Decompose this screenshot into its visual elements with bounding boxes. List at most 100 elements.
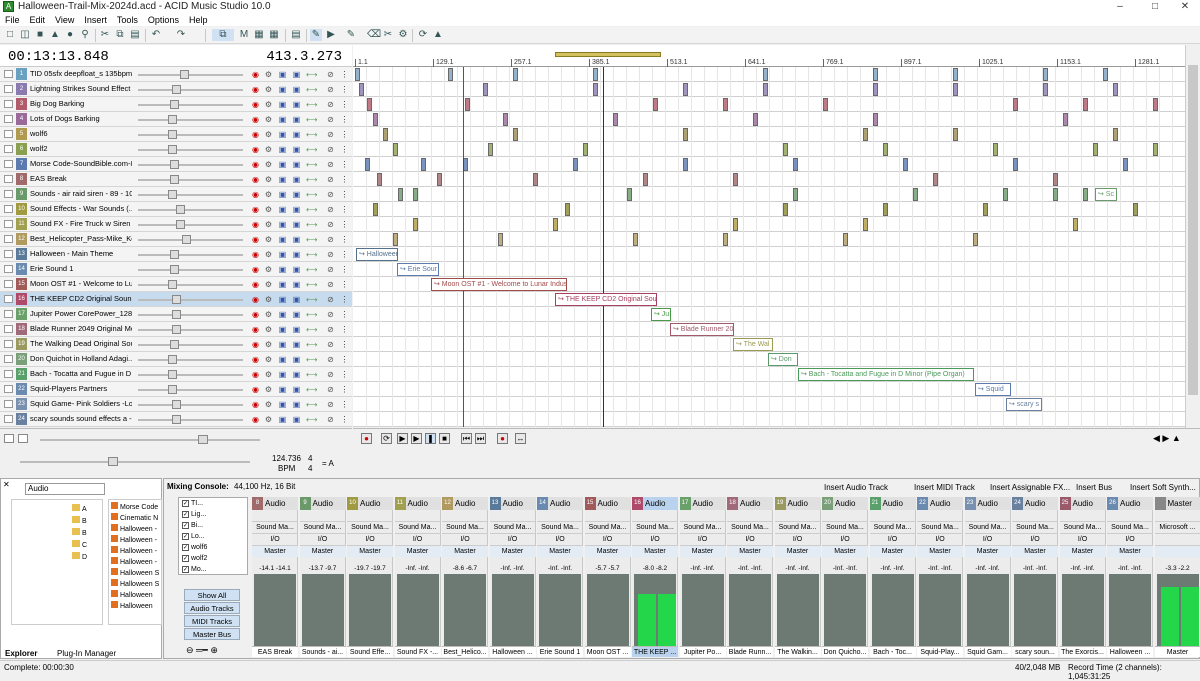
audio-clip[interactable] [1003,188,1008,201]
solo-icon[interactable]: ▣ [292,130,301,139]
strip-device[interactable]: Sound Ma... [395,521,441,533]
expand-icon[interactable] [4,130,13,138]
file-item[interactable]: Halloween - [111,524,157,533]
expand-icon[interactable] [4,70,13,78]
track-name[interactable]: Squid-Players Partners [30,384,132,393]
record-arm-icon[interactable]: ◉ [251,85,260,94]
audio-clip[interactable] [573,158,578,171]
track-checkbox[interactable]: ✓Lig... [182,511,206,518]
track-header[interactable]: 9Sounds - air raid siren - 89 - 10...◉⚙▣… [0,187,352,202]
volume-knob[interactable] [168,280,177,289]
track-header[interactable]: 15Moon OST #1 - Welcome to Lu...◉⚙▣▣⟷⊘⋮ [0,277,352,292]
track-menu-icon[interactable]: ⋮ [340,310,349,319]
envelope-icon[interactable]: ⟷ [306,190,315,199]
invert-icon[interactable]: ⊘ [326,385,335,394]
track-header[interactable]: 23Squid Game- Pink Soldiers -Long◉⚙▣▣⟷⊘⋮ [0,397,352,412]
strip-device[interactable]: Sound Ma... [585,521,631,533]
audio-clip[interactable] [1043,68,1048,81]
event-clip[interactable]: ↪ scary s [1006,398,1042,411]
track-name[interactable]: wolf2 [30,144,132,153]
track-header[interactable]: 2Lightning Strikes Sound Effect◉⚙▣▣⟷⊘⋮ [0,82,352,97]
event-clip[interactable]: ↪ Erie Sour [397,263,439,276]
track-checkbox[interactable]: ✓Lo... [182,533,205,540]
channel-strip[interactable]: 21AudioSound Ma...I/OMaster-Inf. -Inf.Ba… [870,497,916,657]
invert-icon[interactable]: ⊘ [326,85,335,94]
mute-icon[interactable]: ▣ [278,100,287,109]
fx-icon[interactable]: ⚙ [264,145,273,154]
strip-device[interactable]: Sound Ma... [680,521,726,533]
loop-playback-button[interactable]: ⟳ [381,433,392,444]
audio-clip[interactable] [393,233,398,246]
track-header[interactable]: 6wolf2◉⚙▣▣⟷⊘⋮ [0,142,352,157]
track-header[interactable]: 8EAS Break◉⚙▣▣⟷⊘⋮ [0,172,352,187]
track-header[interactable]: 1TID 05sfx deepfloat_s 135bpm◉⚙▣▣⟷⊘⋮ [0,67,352,82]
envelope-icon[interactable]: ⟷ [306,310,315,319]
audio-clip[interactable] [593,68,598,81]
channel-strip[interactable]: MasterMicrosoft ...-3.3 -2.2Master [1155,497,1200,657]
insert-soft-synth-button[interactable]: Insert Soft Synth... [1130,483,1196,492]
volume-slider[interactable] [138,134,243,136]
expand-icon[interactable] [4,325,13,333]
invert-icon[interactable]: ⊘ [326,325,335,334]
folder-item[interactable]: B [72,516,100,526]
track-menu-icon[interactable]: ⋮ [340,235,349,244]
strip-device[interactable]: Sound Ma... [1060,521,1106,533]
solo-icon[interactable]: ▣ [292,400,301,409]
track-name[interactable]: Sounds - air raid siren - 89 - 10... [30,189,132,198]
audio-clip[interactable] [565,203,570,216]
invert-icon[interactable]: ⊘ [326,190,335,199]
strip-device[interactable]: Sound Ma... [347,521,393,533]
strip-io[interactable]: I/O [1012,533,1058,545]
solo-icon[interactable]: ▣ [292,355,301,364]
volume-slider[interactable] [138,179,243,181]
strip-io[interactable]: I/O [775,533,821,545]
solo-icon[interactable]: ▣ [292,115,301,124]
audio-clip[interactable] [393,143,398,156]
close-button[interactable]: ✕ [1170,0,1200,14]
channel-strip[interactable]: 8AudioSound Ma...I/OMaster-14.1 -14.1EAS… [252,497,298,657]
menu-tools[interactable]: Tools [112,14,143,26]
audio-clip[interactable] [553,218,558,231]
menu-options[interactable]: Options [143,14,184,26]
view-button[interactable]: Show All [184,589,240,601]
track-name[interactable]: Erie Sound 1 [30,264,132,273]
audio-clip[interactable] [763,83,768,96]
strip-device[interactable]: Sound Ma... [537,521,583,533]
invert-icon[interactable]: ⊘ [326,100,335,109]
strip-header[interactable]: 16Audio [632,497,678,510]
solo-icon[interactable]: ▣ [292,370,301,379]
audio-clip[interactable] [1153,98,1158,111]
strip-output[interactable]: Master [727,545,773,557]
mute-icon[interactable]: ▣ [278,370,287,379]
invert-icon[interactable]: ⊘ [326,145,335,154]
track-checkbox[interactable]: ✓wolf2 [182,555,207,562]
strip-header[interactable]: 17Audio [680,497,726,510]
fx-icon[interactable]: ⚙ [264,280,273,289]
save-icon[interactable]: ■ [34,29,46,41]
audio-clip[interactable] [413,218,418,231]
volume-slider[interactable] [138,269,243,271]
envelope-icon[interactable]: ⟷ [306,295,315,304]
channel-strip[interactable]: 24AudioSound Ma...I/OMaster-Inf. -Inf.sc… [1012,497,1058,657]
location-dropdown[interactable]: Audio [25,483,105,495]
event-clip[interactable]: ↪ Squid [975,383,1011,396]
solo-icon[interactable]: ▣ [292,310,301,319]
invert-icon[interactable]: ⊘ [326,175,335,184]
audio-clip[interactable] [763,68,768,81]
channel-strip[interactable]: 25AudioSound Ma...I/OMaster-Inf. -Inf.Th… [1060,497,1106,657]
audio-clip[interactable] [873,68,878,81]
mute-icon[interactable]: ▣ [278,145,287,154]
audio-clip[interactable] [1013,98,1018,111]
audio-clip[interactable] [973,233,978,246]
strip-output[interactable]: Master [1060,545,1106,557]
strip-output[interactable]: Master [490,545,536,557]
volume-knob[interactable] [172,295,181,304]
strip-header[interactable]: 26Audio [1107,497,1153,510]
audio-clip[interactable] [683,158,688,171]
envelope-icon[interactable]: ⟷ [306,205,315,214]
menu-insert[interactable]: Insert [79,14,112,26]
invert-icon[interactable]: ⊘ [326,310,335,319]
record-arm-icon[interactable]: ◉ [251,220,260,229]
expand-icon[interactable] [4,385,13,393]
invert-icon[interactable]: ⊘ [326,265,335,274]
